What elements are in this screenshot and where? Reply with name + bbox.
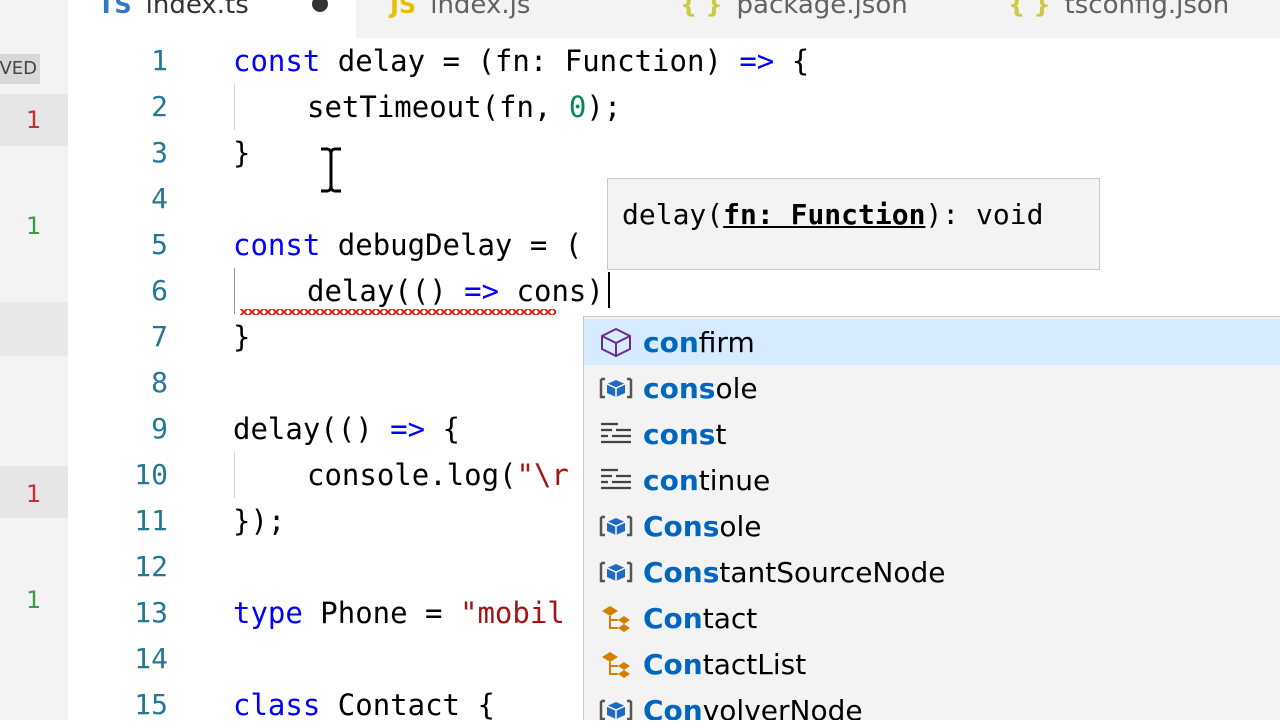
suggestion-item[interactable]: ContactList <box>584 641 1280 687</box>
line-text: const delay = (fn: Function) => { <box>233 44 810 78</box>
tab-label: package.json <box>736 0 908 20</box>
javascript-file-icon: JS <box>390 0 417 19</box>
code-line[interactable]: 1 const delay = (fn: Function) => { <box>68 38 1280 84</box>
keyword-icon <box>601 468 631 490</box>
signature-text: delay(fn: Function): void <box>622 198 1044 231</box>
cube-icon <box>601 327 631 357</box>
change-count: 1 <box>26 586 42 614</box>
variable-icon <box>599 699 633 720</box>
line-number: 5 <box>151 228 168 261</box>
line-text: } <box>233 320 251 354</box>
tab-label: tsconfig.json <box>1064 0 1230 20</box>
variable-icon <box>599 515 633 537</box>
tab-bar: TS index.ts JS index.js { } package.json { … <box>68 0 1280 38</box>
line-number: 9 <box>151 412 168 445</box>
variable-icon <box>599 377 633 399</box>
suggestion-item[interactable]: ConvolverNode <box>584 687 1280 720</box>
change-count: 1 <box>26 480 42 508</box>
tab-label: index.js <box>430 0 531 20</box>
saved-badge: VED <box>0 54 40 84</box>
json-file-icon: { } <box>1008 0 1051 19</box>
json-file-icon: { } <box>680 0 723 19</box>
line-number: 13 <box>134 596 168 629</box>
line-text: } <box>233 136 251 170</box>
keyword-icon <box>601 422 631 444</box>
suggest-widget[interactable]: confirm console const continue Console C… <box>583 316 1280 720</box>
suggestion-label: confirm <box>643 326 755 359</box>
unsaved-dot-icon[interactable] <box>312 0 328 12</box>
text-cursor <box>608 272 610 308</box>
line-text: delay(() => { <box>233 412 460 446</box>
active-parameter: fn: Function <box>723 198 926 231</box>
line-text: console.log("\r <box>307 458 569 492</box>
class-icon <box>602 652 630 678</box>
line-text: delay(() => cons) <box>307 274 604 308</box>
variable-icon <box>599 561 633 583</box>
suggestion-item[interactable]: ConstantSourceNode <box>584 549 1280 595</box>
code-line[interactable]: 3 } <box>68 130 1280 176</box>
ibeam-cursor-icon <box>321 147 341 193</box>
line-number: 12 <box>134 550 168 583</box>
tab-package-json[interactable]: { } package.json <box>680 0 908 38</box>
suggestion-label: ContactList <box>643 648 807 681</box>
line-number: 11 <box>134 504 168 537</box>
parameter-hint-widget: delay(fn: Function): void <box>607 178 1100 270</box>
line-text: }); <box>233 504 286 538</box>
line-number: 6 <box>151 274 168 307</box>
line-number: 2 <box>151 90 168 123</box>
code-line-current[interactable]: 6 delay(() => cons) <box>68 268 1280 314</box>
scm-gutter: VED 1 1 1 1 <box>0 0 68 720</box>
code-line[interactable]: 2 setTimeout(fn, 0); <box>68 84 1280 130</box>
suggestion-item[interactable]: continue <box>584 457 1280 503</box>
scm-change-marker[interactable]: 1 <box>0 574 68 626</box>
suggestion-item[interactable]: Console <box>584 503 1280 549</box>
suggestion-item[interactable]: console <box>584 365 1280 411</box>
line-number: 10 <box>134 458 168 491</box>
line-number: 14 <box>134 642 168 675</box>
scm-change-marker[interactable]: 1 <box>0 94 68 146</box>
line-number: 4 <box>151 182 168 215</box>
error-squiggle[interactable] <box>240 309 556 315</box>
suggestion-item[interactable]: Contact <box>584 595 1280 641</box>
change-count: 1 <box>26 106 42 134</box>
tab-index-js[interactable]: JS index.js <box>390 0 530 38</box>
line-number: 1 <box>151 44 168 77</box>
typescript-file-icon: TS <box>98 0 132 19</box>
line-number: 8 <box>151 366 168 399</box>
suggestion-label: ConvolverNode <box>643 694 863 720</box>
suggestion-label: console <box>643 372 758 405</box>
scm-change-marker[interactable]: 1 <box>0 200 68 252</box>
scm-change-marker[interactable] <box>0 302 68 356</box>
suggestion-item-selected[interactable]: confirm <box>584 319 1280 365</box>
tab-label: index.ts <box>145 0 249 20</box>
suggestion-item[interactable]: const <box>584 411 1280 457</box>
change-count: 1 <box>26 212 42 240</box>
line-number: 15 <box>134 688 168 721</box>
class-icon <box>602 606 630 632</box>
suggestion-label: Console <box>643 510 762 543</box>
line-number: 7 <box>151 320 168 353</box>
suggestion-label: const <box>643 418 727 451</box>
suggestion-label: ConstantSourceNode <box>643 556 946 589</box>
suggestion-label: continue <box>643 464 771 497</box>
line-number: 3 <box>151 136 168 169</box>
tab-index-ts[interactable]: TS index.ts <box>68 0 356 38</box>
line-text: const debugDelay = ( <box>233 228 583 262</box>
scm-change-marker[interactable]: 1 <box>0 466 68 518</box>
suggestion-label: Contact <box>643 602 758 635</box>
line-text: class Contact { <box>233 688 495 722</box>
tab-tsconfig-json[interactable]: { } tsconfig.json <box>1008 0 1229 38</box>
line-text: setTimeout(fn, 0); <box>307 90 622 124</box>
line-text: type Phone = "mobil <box>233 596 565 630</box>
